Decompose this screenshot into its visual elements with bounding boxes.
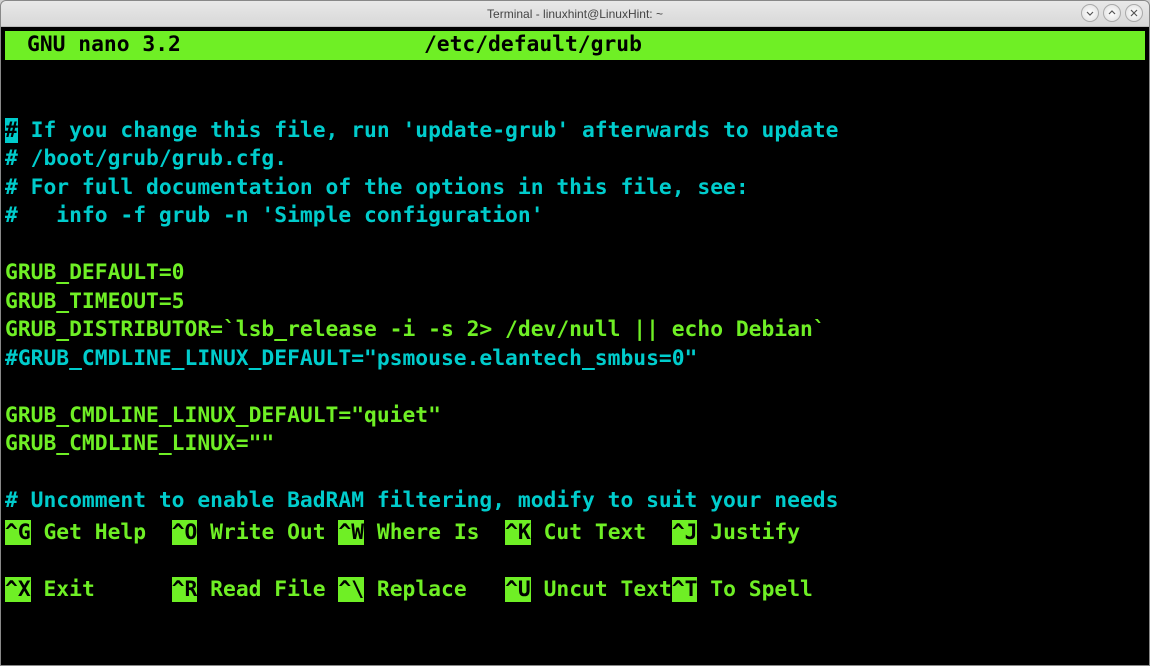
shortcut-justify-key[interactable]: ^J: [672, 520, 698, 545]
shortcut-exit-label: Exit: [31, 577, 172, 602]
file-line-4: # info -f grub -n 'Simple configuration': [5, 203, 544, 228]
close-icon: [1130, 9, 1138, 17]
file-line-12: GRUB_CMDLINE_LINUX="": [5, 431, 274, 456]
shortcut-writeout-label: Write Out: [197, 520, 338, 545]
close-button[interactable]: [1125, 4, 1143, 22]
terminal-window: Terminal - linuxhint@LinuxHint: ~ GNU na…: [0, 0, 1150, 666]
window-titlebar[interactable]: Terminal - linuxhint@LinuxHint: ~: [1, 1, 1149, 27]
window-title: Terminal - linuxhint@LinuxHint: ~: [487, 7, 663, 21]
editor-content[interactable]: # If you change this file, run 'update-g…: [5, 60, 1145, 516]
nano-version: GNU nano 3.2: [5, 31, 181, 60]
shortcut-cut-key[interactable]: ^K: [505, 520, 531, 545]
nano-shortcut-bar: ^G Get Help ^O Write Out ^W Where Is ^K …: [5, 490, 1145, 661]
shortcut-row-2: ^X Exit ^R Read File ^\ Replace ^U Uncut…: [5, 576, 1145, 605]
file-line-8: GRUB_DISTRIBUTOR=`lsb_release -i -s 2> /…: [5, 317, 826, 342]
shortcut-readfile-label: Read File: [197, 577, 338, 602]
maximize-icon: [1108, 9, 1116, 17]
file-line-3: # For full documentation of the options …: [5, 175, 749, 200]
maximize-button[interactable]: [1103, 4, 1121, 22]
shortcut-uncut-label: Uncut Text: [531, 577, 672, 602]
shortcut-row-1: ^G Get Help ^O Write Out ^W Where Is ^K …: [5, 519, 1145, 548]
shortcut-whereis-key[interactable]: ^W: [338, 520, 364, 545]
shortcut-spell-label: To Spell: [697, 577, 812, 602]
shortcut-replace-label: Replace: [364, 577, 505, 602]
file-line-9: #GRUB_CMDLINE_LINUX_DEFAULT="psmouse.ela…: [5, 346, 697, 371]
shortcut-justify-label: Justify: [697, 520, 800, 545]
file-line-6: GRUB_DEFAULT=0: [5, 260, 185, 285]
terminal-viewport[interactable]: GNU nano 3.2 /etc/default/grub # If you …: [1, 27, 1149, 665]
window-controls: [1081, 4, 1143, 22]
shortcut-spell-key[interactable]: ^T: [672, 577, 698, 602]
text-cursor: #: [5, 118, 18, 143]
nano-filename: /etc/default/grub: [424, 31, 642, 60]
shortcut-whereis-label: Where Is: [364, 520, 505, 545]
minimize-button[interactable]: [1081, 4, 1099, 22]
shortcut-help-label: Get Help: [31, 520, 172, 545]
shortcut-cut-label: Cut Text: [531, 520, 672, 545]
file-line-7: GRUB_TIMEOUT=5: [5, 289, 185, 314]
shortcut-replace-key[interactable]: ^\: [338, 577, 364, 602]
file-line-11: GRUB_CMDLINE_LINUX_DEFAULT="quiet": [5, 403, 441, 428]
file-line-1: If you change this file, run 'update-gru…: [18, 118, 839, 143]
shortcut-uncut-key[interactable]: ^U: [505, 577, 531, 602]
minimize-icon: [1086, 9, 1094, 17]
shortcut-help-key[interactable]: ^G: [5, 520, 31, 545]
shortcut-readfile-key[interactable]: ^R: [172, 577, 198, 602]
nano-header-bar: GNU nano 3.2 /etc/default/grub: [5, 31, 1145, 60]
shortcut-writeout-key[interactable]: ^O: [172, 520, 198, 545]
shortcut-exit-key[interactable]: ^X: [5, 577, 31, 602]
file-line-2: # /boot/grub/grub.cfg.: [5, 146, 287, 171]
